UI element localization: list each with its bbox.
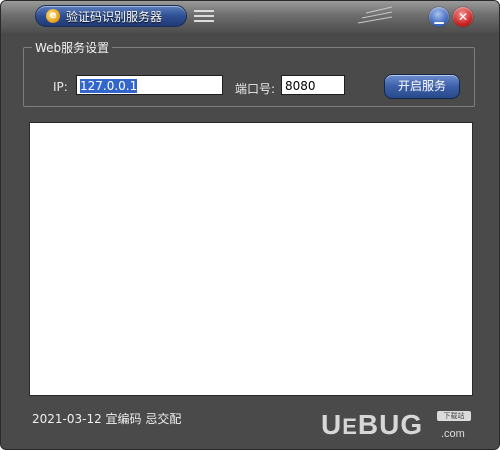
close-button[interactable]: ✕ [453, 7, 473, 27]
hamburger-menu-icon[interactable] [194, 10, 214, 22]
port-label: 端口号: [235, 82, 276, 96]
ip-value: 127.0.0.1 [80, 79, 138, 93]
ie-logo-icon: e [46, 9, 60, 23]
title-pill: e 验证码识别服务器 [35, 5, 187, 27]
port-input[interactable]: 8080 [281, 75, 345, 95]
web-settings-group: Web服务设置 IP: 127.0.0.1 端口号: 8080 开启服务 [23, 39, 475, 107]
port-value: 8080 [285, 79, 316, 93]
watermark-badge: 下载站 [437, 411, 471, 421]
watermark-domain: .com [441, 428, 465, 440]
window-title: 验证码识别服务器 [66, 10, 163, 24]
watermark-logo: UEBUG 下载站 .com [321, 407, 481, 443]
titlebar-grip-icon [348, 5, 408, 27]
watermark-text: UEBUG [321, 409, 424, 440]
start-service-button[interactable]: 开启服务 [384, 74, 460, 99]
title-bar[interactable]: e 验证码识别服务器 ▁ ✕ [1, 1, 499, 33]
ip-input[interactable]: 127.0.0.1 [76, 75, 223, 95]
group-title: Web服务设置 [32, 39, 113, 56]
log-output-area[interactable] [29, 122, 473, 396]
app-window: e 验证码识别服务器 ▁ ✕ Web服务设置 IP: 127.0.0.1 端口号… [0, 0, 500, 450]
close-icon: ✕ [457, 10, 469, 24]
minimize-button[interactable]: ▁ [429, 7, 449, 27]
ip-label: IP: [53, 80, 68, 94]
minimize-icon: ▁ [434, 10, 444, 24]
status-text: 2021-03-12 宜编码 忌交配 [32, 412, 182, 426]
